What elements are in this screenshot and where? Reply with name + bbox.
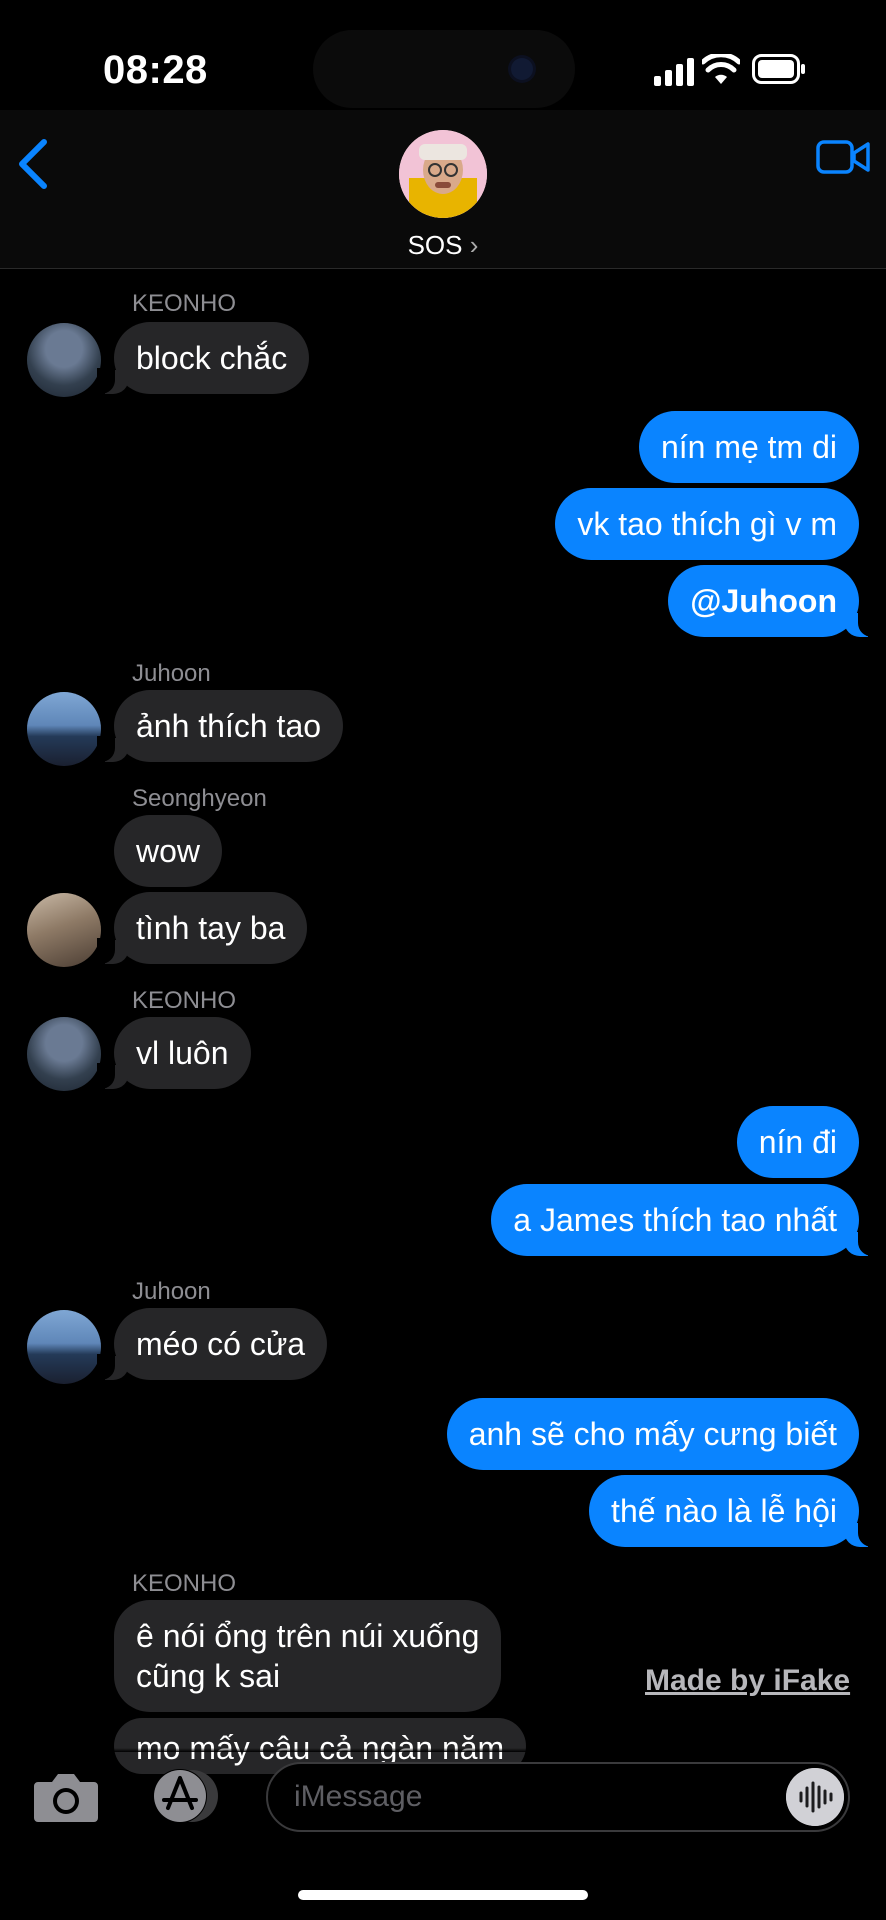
outgoing-message[interactable]: vk tao thích gì v m: [555, 488, 859, 560]
sender-name: Juhoon: [132, 660, 211, 687]
incoming-message[interactable]: ê nói ổng trên núi xuống cũng k sai: [114, 1600, 502, 1712]
scroll-fade: [0, 1748, 886, 1752]
message-line: ê nói ổng trên núi xuống: [136, 1618, 480, 1654]
wifi-icon: [702, 54, 740, 84]
conversation-title[interactable]: SOS ›: [360, 230, 526, 261]
message-text: nín mẹ tm di: [660, 429, 837, 465]
outgoing-message[interactable]: @Juhoon: [668, 565, 876, 637]
incoming-message[interactable]: wow: [114, 815, 223, 887]
incoming-message[interactable]: ảnh thích tao: [97, 690, 344, 762]
app-store-icon[interactable]: [146, 1768, 224, 1824]
message-text: vk tao thích gì v m: [577, 506, 837, 542]
message-text: block chắc: [136, 340, 288, 376]
camera-dot: [511, 58, 533, 80]
bubble-tail: [844, 1230, 876, 1256]
title-text: SOS: [407, 230, 463, 260]
group-photo: [399, 130, 487, 218]
battery-icon: [752, 54, 805, 84]
bubble-tail: [844, 1521, 876, 1547]
bubble-tail: [97, 938, 129, 964]
outgoing-message[interactable]: thế nào là lễ hội: [589, 1475, 876, 1547]
message-text: anh sẽ cho mấy cưng biết: [468, 1416, 837, 1452]
message-text: tình tay ba: [136, 910, 286, 946]
bubble-tail: [97, 736, 129, 762]
message-text: @Juhoon: [690, 583, 837, 619]
message-text: vl luôn: [136, 1035, 229, 1071]
message-input[interactable]: iMessage: [266, 1762, 850, 1832]
dynamic-island: [313, 30, 575, 108]
home-indicator[interactable]: [298, 1890, 588, 1900]
incoming-message[interactable]: tình tay ba: [97, 892, 308, 964]
sender-name: KEONHO: [132, 290, 237, 317]
back-chevron-icon[interactable]: [14, 138, 50, 190]
message-line: cũng k sai: [136, 1658, 281, 1694]
avatar-keonho[interactable]: [27, 323, 101, 397]
title-chevron-icon: ›: [469, 230, 479, 260]
group-avatar[interactable]: [399, 130, 487, 218]
audio-waveform-icon[interactable]: [786, 1768, 844, 1826]
avatar-keonho[interactable]: [27, 1017, 101, 1091]
cellular-signal-icon: [654, 58, 694, 86]
avatar-juhoon[interactable]: [27, 692, 101, 766]
incoming-message[interactable]: vl luôn: [97, 1017, 251, 1089]
status-time: 08:28: [103, 48, 208, 92]
outgoing-message[interactable]: nín đi: [736, 1106, 859, 1178]
bubble-tail: [97, 368, 129, 394]
outgoing-message[interactable]: nín mẹ tm di: [638, 411, 859, 483]
sender-name: KEONHO: [132, 1570, 237, 1597]
message-text: ảnh thích tao: [136, 708, 322, 744]
sender-name: KEONHO: [132, 987, 237, 1014]
outgoing-message[interactable]: a James thích tao nhất: [491, 1184, 876, 1256]
bubble-tail: [97, 1354, 129, 1380]
avatar-seonghyeon[interactable]: [27, 893, 101, 967]
watermark: Made by iFake: [645, 1664, 851, 1697]
message-text: thế nào là lễ hội: [611, 1493, 837, 1529]
message-text: wow: [136, 833, 201, 869]
message-input-placeholder: iMessage: [294, 1780, 423, 1813]
sender-name: Seonghyeon: [132, 785, 267, 812]
bubble-tail: [844, 611, 876, 637]
video-call-icon[interactable]: [816, 140, 870, 174]
message-text: méo có cửa: [136, 1326, 306, 1362]
message-text: nín đi: [758, 1124, 837, 1160]
message-text: a James thích tao nhất: [513, 1202, 837, 1238]
camera-icon[interactable]: [32, 1768, 100, 1826]
incoming-message[interactable]: block chắc: [97, 322, 310, 394]
bubble-tail: [97, 1063, 129, 1089]
sender-name: Juhoon: [132, 1278, 211, 1305]
incoming-message[interactable]: méo có cửa: [97, 1308, 328, 1380]
avatar-juhoon[interactable]: [27, 1310, 101, 1384]
outgoing-message[interactable]: anh sẽ cho mấy cưng biết: [446, 1398, 859, 1470]
